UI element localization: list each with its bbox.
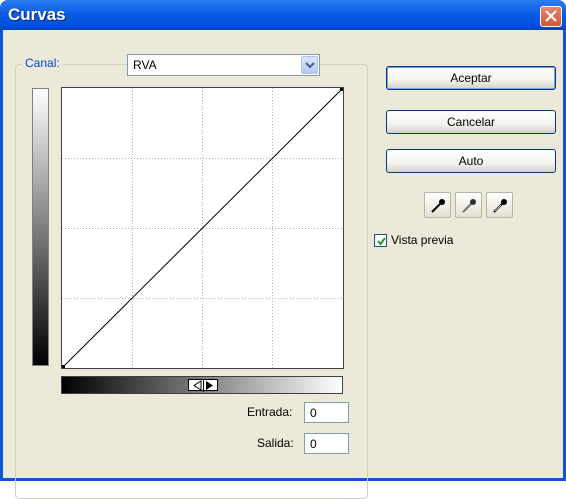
curve-point-end <box>340 88 343 91</box>
channel-label: Canal: <box>22 56 63 70</box>
white-point-eyedropper-icon <box>493 199 507 213</box>
title-bar[interactable]: Curvas <box>0 0 566 30</box>
swap-arrows-icon <box>193 380 213 392</box>
preview-checkbox[interactable] <box>374 234 387 247</box>
cancel-button[interactable]: Cancelar <box>386 110 556 134</box>
preview-label[interactable]: Vista previa <box>391 233 453 247</box>
white-eyedropper-button[interactable] <box>486 192 513 218</box>
input-field[interactable]: 0 <box>304 402 349 423</box>
curve-graph[interactable] <box>61 87 344 369</box>
curve-point-start <box>62 365 65 368</box>
output-field[interactable]: 0 <box>304 433 349 454</box>
dialog-body: Canal: RVA Entrada: 0 Salida: 0 Aceptar … <box>3 30 563 499</box>
close-button[interactable] <box>540 6 562 27</box>
chevron-down-icon <box>305 62 315 69</box>
checkmark-icon <box>377 237 386 246</box>
channel-dropdown-button[interactable] <box>301 56 318 74</box>
output-gradient-bar <box>32 88 49 366</box>
black-eyedropper-button[interactable] <box>424 192 451 218</box>
curves-dialog: Curvas Canal: RVA Entrada: 0 Salida: 0 A… <box>0 0 566 499</box>
gray-point-eyedropper-icon <box>462 199 476 213</box>
window-title: Curvas <box>8 5 66 24</box>
input-label: Entrada: <box>247 405 293 419</box>
black-point-eyedropper-icon <box>431 199 445 213</box>
channel-select[interactable]: RVA <box>127 54 320 76</box>
channel-select-value: RVA <box>133 58 157 72</box>
output-label: Salida: <box>257 436 294 450</box>
auto-button[interactable]: Auto <box>386 149 556 173</box>
ok-button[interactable]: Aceptar <box>386 66 556 90</box>
close-icon <box>545 10 557 22</box>
input-gradient-bar <box>61 376 343 394</box>
curve-grid <box>62 88 343 368</box>
gray-eyedropper-button[interactable] <box>455 192 482 218</box>
gradient-direction-toggle[interactable] <box>188 379 218 392</box>
